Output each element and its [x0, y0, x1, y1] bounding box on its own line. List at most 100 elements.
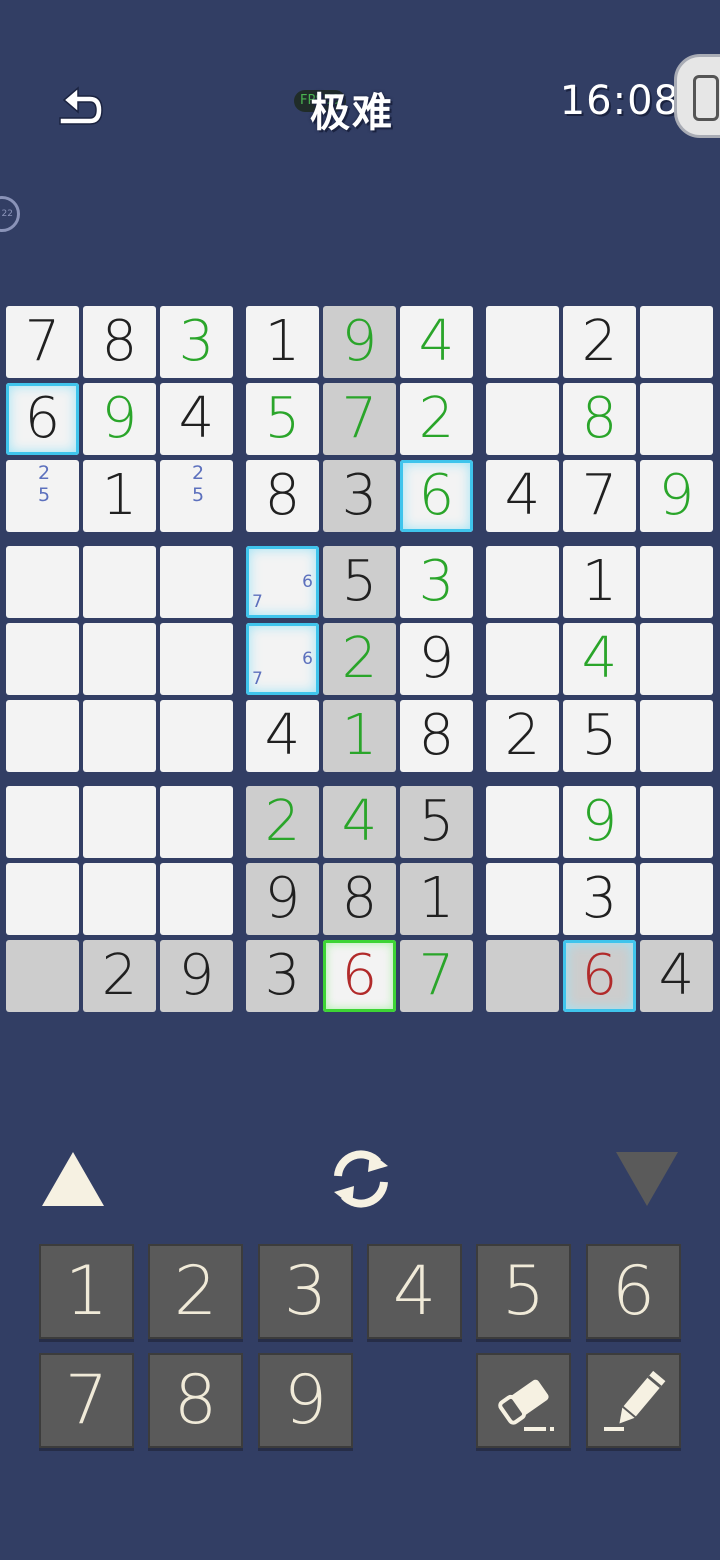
cell-r1-c6[interactable]: 4	[400, 306, 473, 378]
digit-key-7[interactable]: 7	[39, 1353, 134, 1448]
cell-r5-c9[interactable]	[640, 623, 713, 695]
cell-r3-c2[interactable]: 1	[83, 460, 156, 532]
digit-key-2[interactable]: 2	[148, 1244, 243, 1339]
cell-r9-c2[interactable]: 2	[83, 940, 156, 1012]
cell-r7-c8[interactable]: 9	[563, 786, 636, 858]
cell-r9-c1[interactable]	[6, 940, 79, 1012]
refresh-button[interactable]	[326, 1144, 396, 1214]
cell-r5-c4[interactable]: 67	[246, 623, 319, 695]
cell-r7-c6[interactable]: 5	[400, 786, 473, 858]
digit-key-3[interactable]: 3	[258, 1244, 353, 1339]
cell-r6-c3[interactable]	[160, 700, 233, 772]
cell-r3-c5[interactable]: 3	[323, 460, 396, 532]
cell-r2-c5[interactable]: 7	[323, 383, 396, 455]
cell-r3-c3[interactable]: 25	[160, 460, 233, 532]
cell-r4-c5[interactable]: 5	[323, 546, 396, 618]
cell-r1-c7[interactable]	[486, 306, 559, 378]
cell-r7-c5[interactable]: 4	[323, 786, 396, 858]
cell-r8-c9[interactable]	[640, 863, 713, 935]
cell-value: 3	[264, 943, 301, 1008]
cell-r8-c4[interactable]: 9	[246, 863, 319, 935]
side-floating-button[interactable]	[674, 54, 720, 138]
digit-key-9[interactable]: 9	[258, 1353, 353, 1448]
cell-r1-c3[interactable]: 3	[160, 306, 233, 378]
cell-r7-c9[interactable]	[640, 786, 713, 858]
cell-r3-c7[interactable]: 4	[486, 460, 559, 532]
digit-key-8[interactable]: 8	[148, 1353, 243, 1448]
cell-r2-c6[interactable]: 2	[400, 383, 473, 455]
cell-r7-c1[interactable]	[6, 786, 79, 858]
cell-r3-c9[interactable]: 9	[640, 460, 713, 532]
cell-r4-c9[interactable]	[640, 546, 713, 618]
cell-r6-c4[interactable]: 4	[246, 700, 319, 772]
cell-r5-c1[interactable]	[6, 623, 79, 695]
cell-value: 2	[101, 943, 138, 1008]
cell-r7-c3[interactable]	[160, 786, 233, 858]
pencil-button[interactable]	[586, 1353, 681, 1448]
cell-r4-c1[interactable]	[6, 546, 79, 618]
cell-r6-c5[interactable]: 1	[323, 700, 396, 772]
digit-key-6[interactable]: 6	[586, 1244, 681, 1339]
next-button[interactable]	[614, 1150, 680, 1208]
cell-r2-c3[interactable]: 4	[160, 383, 233, 455]
cell-r8-c7[interactable]	[486, 863, 559, 935]
cell-r9-c7[interactable]	[486, 940, 559, 1012]
cell-r4-c2[interactable]	[83, 546, 156, 618]
cell-r6-c2[interactable]	[83, 700, 156, 772]
prev-button[interactable]	[40, 1150, 106, 1208]
cell-r3-c8[interactable]: 7	[563, 460, 636, 532]
digit-key-5[interactable]: 5	[476, 1244, 571, 1339]
cell-r6-c9[interactable]	[640, 700, 713, 772]
cell-r4-c8[interactable]: 1	[563, 546, 636, 618]
cell-r7-c7[interactable]	[486, 786, 559, 858]
cell-r5-c6[interactable]: 9	[400, 623, 473, 695]
cell-r5-c2[interactable]	[83, 623, 156, 695]
cell-r1-c9[interactable]	[640, 306, 713, 378]
cell-r2-c2[interactable]: 9	[83, 383, 156, 455]
cell-r2-c4[interactable]: 5	[246, 383, 319, 455]
digit-key-4[interactable]: 4	[367, 1244, 462, 1339]
cell-r1-c2[interactable]: 8	[83, 306, 156, 378]
cell-r6-c7[interactable]: 2	[486, 700, 559, 772]
cell-r8-c3[interactable]	[160, 863, 233, 935]
cell-r6-c1[interactable]	[6, 700, 79, 772]
erase-button[interactable]	[476, 1353, 571, 1448]
cell-r5-c5[interactable]: 2	[323, 623, 396, 695]
cell-r1-c1[interactable]: 7	[6, 306, 79, 378]
cell-r4-c7[interactable]	[486, 546, 559, 618]
cell-r8-c2[interactable]	[83, 863, 156, 935]
side-badge[interactable]: 22	[0, 196, 20, 232]
cell-r2-c9[interactable]	[640, 383, 713, 455]
cell-r4-c4[interactable]: 67	[246, 546, 319, 618]
cell-r3-c6[interactable]: 6	[400, 460, 473, 532]
cell-r3-c1[interactable]: 25	[6, 460, 79, 532]
cell-r2-c8[interactable]: 8	[563, 383, 636, 455]
cell-r7-c4[interactable]: 2	[246, 786, 319, 858]
cell-r7-c2[interactable]	[83, 786, 156, 858]
cell-r4-c3[interactable]	[160, 546, 233, 618]
cell-r3-c4[interactable]: 8	[246, 460, 319, 532]
cell-r9-c8[interactable]: 6	[563, 940, 636, 1012]
cell-r8-c1[interactable]	[6, 863, 79, 935]
cell-r5-c8[interactable]: 4	[563, 623, 636, 695]
cell-r5-c3[interactable]	[160, 623, 233, 695]
cell-r8-c8[interactable]: 3	[563, 863, 636, 935]
digit-key-1[interactable]: 1	[39, 1244, 134, 1339]
cell-r1-c8[interactable]: 2	[563, 306, 636, 378]
cell-r6-c6[interactable]: 8	[400, 700, 473, 772]
cell-r9-c4[interactable]: 3	[246, 940, 319, 1012]
cell-r8-c5[interactable]: 8	[323, 863, 396, 935]
cell-r9-c9[interactable]: 4	[640, 940, 713, 1012]
back-button[interactable]	[50, 78, 110, 138]
cell-r2-c1[interactable]: 6	[6, 383, 79, 455]
cell-r9-c3[interactable]: 9	[160, 940, 233, 1012]
cell-r6-c8[interactable]: 5	[563, 700, 636, 772]
cell-r1-c4[interactable]: 1	[246, 306, 319, 378]
cell-r1-c5[interactable]: 9	[323, 306, 396, 378]
cell-r8-c6[interactable]: 1	[400, 863, 473, 935]
cell-r9-c5[interactable]: 6	[323, 940, 396, 1012]
cell-r4-c6[interactable]: 3	[400, 546, 473, 618]
cell-r2-c7[interactable]	[486, 383, 559, 455]
cell-r9-c6[interactable]: 7	[400, 940, 473, 1012]
cell-r5-c7[interactable]	[486, 623, 559, 695]
